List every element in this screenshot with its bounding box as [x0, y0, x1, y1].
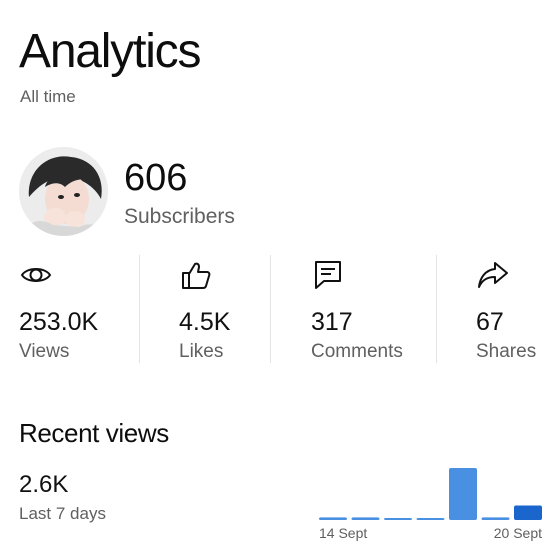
page-title: Analytics: [19, 25, 201, 78]
chart-bar: [319, 517, 347, 520]
stat-comments-value: 317: [311, 308, 353, 336]
analytics-page: Analytics All time 606 Subscribers 253.0…: [0, 0, 560, 560]
period-label[interactable]: All time: [20, 87, 76, 107]
eye-icon: [19, 258, 53, 292]
recent-views-period: Last 7 days: [19, 504, 106, 523]
bar-chart: 14 Sept 20 Sept: [319, 468, 542, 541]
chart-bar: [481, 517, 510, 520]
recent-views-value: 2.6K: [19, 471, 69, 498]
subscribers-label: Subscribers: [124, 205, 235, 228]
subscribers-count: 606: [124, 157, 188, 199]
chart-bar: [416, 518, 445, 520]
chart-bar: [449, 468, 477, 520]
stat-views-value: 253.0K: [19, 308, 99, 336]
stat-divider: [270, 255, 271, 363]
chart-bar: [351, 517, 380, 520]
stat-divider: [139, 255, 140, 363]
x-tick-label: 14 Sept: [319, 525, 367, 541]
chart-bar: [514, 505, 542, 520]
stat-shares-value: 67: [476, 308, 504, 336]
comment-icon: [311, 258, 345, 292]
stat-likes-value: 4.5K: [179, 308, 231, 336]
stat-divider: [436, 255, 437, 363]
recent-views-chart[interactable]: 14 Sept 20 Sept: [300, 440, 550, 550]
thumbs-up-icon: [179, 258, 213, 292]
chart-bar: [384, 518, 412, 520]
share-icon: [476, 258, 510, 292]
stat-shares-label: Shares: [476, 341, 537, 362]
recent-views-title: Recent views: [19, 418, 169, 448]
profile-avatar[interactable]: [19, 147, 108, 236]
stat-views-label: Views: [19, 341, 70, 362]
stat-comments-label: Comments: [311, 341, 403, 362]
stat-likes-label: Likes: [179, 341, 224, 362]
x-tick-label: 20 Sept: [494, 525, 542, 541]
